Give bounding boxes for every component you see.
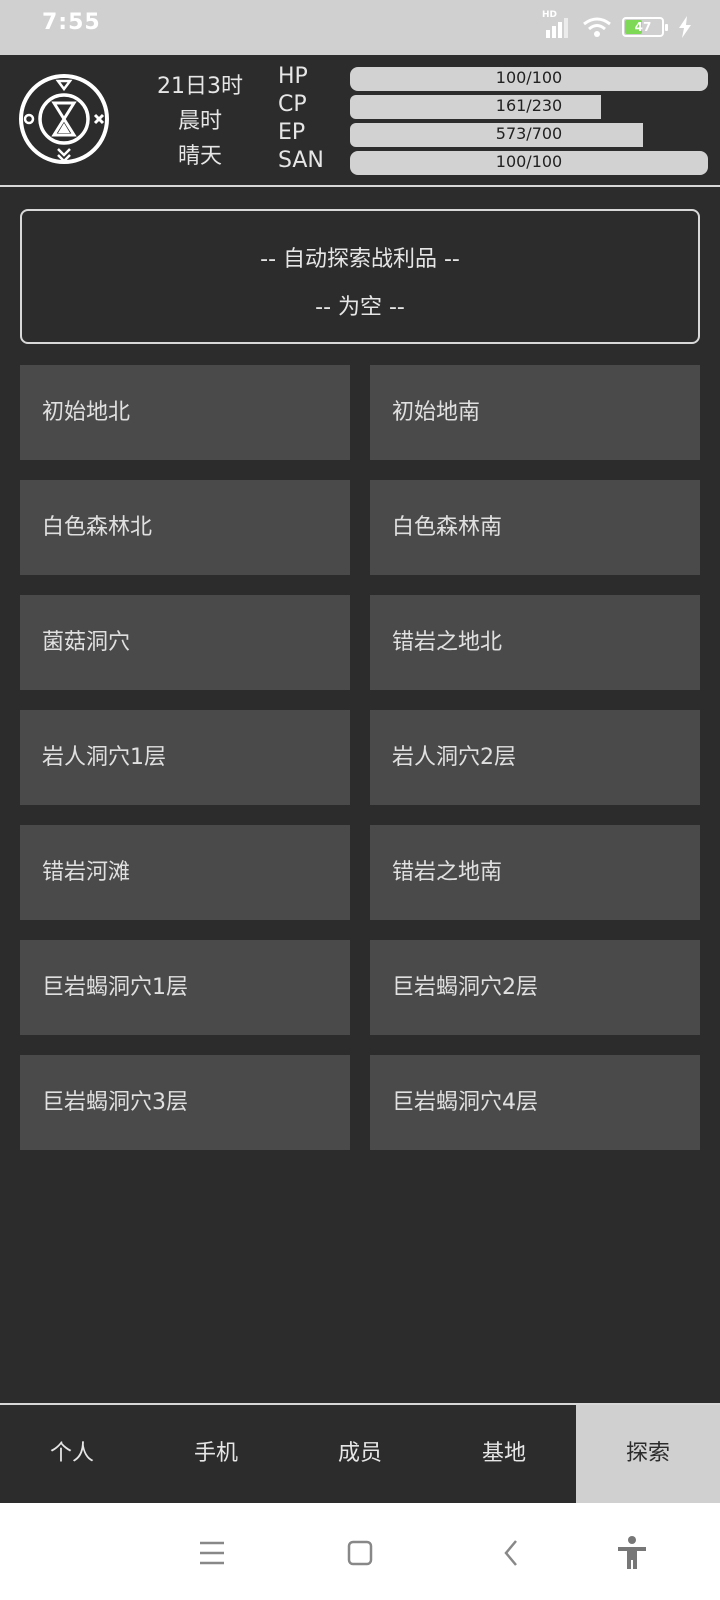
stat-label-ep: EP xyxy=(278,120,306,145)
status-icons: HD 47 xyxy=(542,10,692,38)
location-button[interactable]: 菌菇洞穴 xyxy=(20,595,350,690)
weather-label: 晴天 xyxy=(177,144,222,169)
back-icon[interactable] xyxy=(492,1533,532,1573)
status-bar: 7:55 HD 47 xyxy=(0,0,720,55)
app-root: 7:55 HD 47 21日3时 晨时 晴天 HP CP EP SAN 100/… xyxy=(0,0,720,1600)
home-icon[interactable] xyxy=(340,1533,380,1573)
ep-bar: 573/700 xyxy=(350,123,708,147)
san-value: 100/100 xyxy=(495,152,563,171)
stat-labels: HP CP EP SAN xyxy=(278,63,324,175)
system-nav-bar xyxy=(0,1503,720,1600)
tab-personal[interactable]: 个人 xyxy=(0,1405,144,1503)
menu-icon[interactable] xyxy=(192,1533,232,1573)
location-button[interactable]: 白色森林南 xyxy=(370,480,700,575)
signal-icon: HD xyxy=(542,10,572,38)
location-button[interactable]: 巨岩蝎洞穴2层 xyxy=(370,940,700,1035)
time-block: 21日3时 晨时 晴天 xyxy=(140,69,260,174)
stat-bars: 100/100 161/230 573/700 100/100 xyxy=(350,67,708,179)
location-button[interactable]: 巨岩蝎洞穴3层 xyxy=(20,1055,350,1150)
hourglass-logo-icon[interactable] xyxy=(18,73,110,165)
cp-value: 161/230 xyxy=(495,96,563,115)
san-bar: 100/100 xyxy=(350,151,708,175)
loot-title: -- 自动探索战利品 -- xyxy=(260,247,460,272)
location-button[interactable]: 初始地北 xyxy=(20,365,350,460)
game-header: 21日3时 晨时 晴天 HP CP EP SAN 100/100 161/230… xyxy=(0,55,720,187)
location-button[interactable]: 错岩之地南 xyxy=(370,825,700,920)
stat-label-hp: HP xyxy=(278,64,308,89)
battery-icon: 47 xyxy=(622,17,668,37)
location-button[interactable]: 错岩河滩 xyxy=(20,825,350,920)
auto-explore-loot-panel[interactable]: -- 自动探索战利品 -- -- 为空 -- xyxy=(20,209,700,344)
location-button[interactable]: 岩人洞穴1层 xyxy=(20,710,350,805)
location-button[interactable]: 错岩之地北 xyxy=(370,595,700,690)
location-button[interactable]: 初始地南 xyxy=(370,365,700,460)
day-label: 21日3时 xyxy=(157,74,243,99)
stat-label-san: SAN xyxy=(278,148,324,173)
location-grid: 初始地北 初始地南 白色森林北 白色森林南 菌菇洞穴 错岩之地北 岩人洞穴1层 … xyxy=(20,365,700,1150)
tab-explore[interactable]: 探索 xyxy=(576,1405,720,1503)
status-time: 7:55 xyxy=(42,10,101,35)
battery-level: 47 xyxy=(634,20,652,34)
tab-members[interactable]: 成员 xyxy=(288,1405,432,1503)
location-button[interactable]: 白色森林北 xyxy=(20,480,350,575)
period-label: 晨时 xyxy=(177,109,222,134)
hp-value: 100/100 xyxy=(495,68,563,87)
bottom-tab-bar: 个人 手机 成员 基地 探索 xyxy=(0,1403,720,1503)
ep-value: 573/700 xyxy=(495,124,563,143)
location-button[interactable]: 巨岩蝎洞穴1层 xyxy=(20,940,350,1035)
location-button[interactable]: 岩人洞穴2层 xyxy=(370,710,700,805)
charging-icon xyxy=(678,16,692,38)
network-type-label: HD xyxy=(542,10,558,20)
loot-status: -- 为空 -- xyxy=(315,295,405,320)
accessibility-icon[interactable] xyxy=(612,1533,652,1573)
wifi-icon xyxy=(582,16,612,38)
hp-bar: 100/100 xyxy=(350,67,708,91)
cp-bar: 161/230 xyxy=(350,95,708,119)
tab-phone[interactable]: 手机 xyxy=(144,1405,288,1503)
stat-label-cp: CP xyxy=(278,92,307,117)
location-button[interactable]: 巨岩蝎洞穴4层 xyxy=(370,1055,700,1150)
tab-base[interactable]: 基地 xyxy=(432,1405,576,1503)
